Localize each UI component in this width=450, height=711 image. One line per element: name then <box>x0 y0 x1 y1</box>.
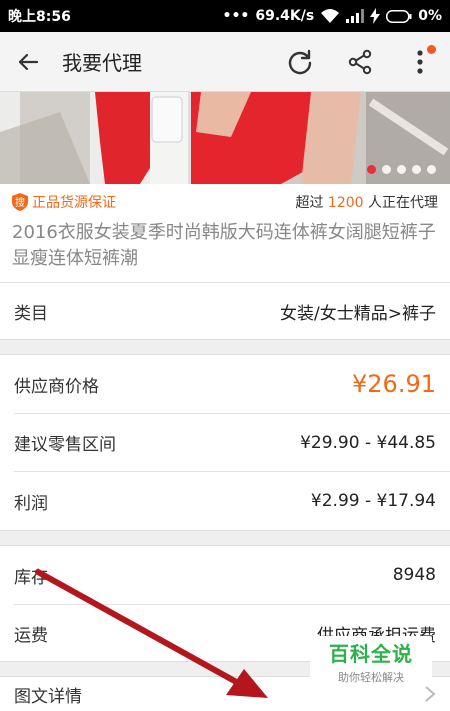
category-label: 类目 <box>14 303 48 324</box>
retail-range-label: 建议零售区间 <box>14 435 116 455</box>
product-title: 2016衣服女装夏季时尚韩版大码连体裤女阔腿短裤子显瘦连体短裤潮 <box>12 222 436 269</box>
dots-icon: ••• <box>222 8 250 24</box>
carousel-dot[interactable] <box>367 165 376 174</box>
network-speed: 69.4K/s <box>255 8 315 24</box>
section-gap <box>0 530 450 546</box>
carousel-indicator <box>367 165 436 174</box>
more-button[interactable] <box>390 32 450 92</box>
shipping-label: 运费 <box>14 625 48 646</box>
battery-icon <box>386 9 412 23</box>
stock-row: 库存 8948 <box>0 546 450 604</box>
share-icon <box>348 49 372 74</box>
status-bar: 晚上8:56 ••• 69.4K/s 0% <box>0 0 450 32</box>
notification-dot <box>427 44 436 54</box>
page-title: 我要代理 <box>62 51 142 75</box>
retail-range-value: ¥29.90 - ¥44.85 <box>300 432 436 453</box>
app-bar: 我要代理 <box>0 32 450 92</box>
agent-count: 超过 1200 人正在代理 <box>295 195 438 211</box>
status-indicators: ••• 69.4K/s 0% <box>223 8 442 24</box>
carousel-dot[interactable] <box>427 165 436 174</box>
authentic-badge: 搜 正品货源保证 <box>12 192 116 212</box>
agent-count-number: 1200 <box>327 195 364 211</box>
refresh-icon <box>288 49 312 74</box>
stock-value: 8948 <box>392 565 436 585</box>
carousel-dot[interactable] <box>382 165 391 174</box>
charging-icon <box>370 8 381 24</box>
share-button[interactable] <box>330 32 390 92</box>
category-value: 女装/女士精品>裤子 <box>280 303 436 324</box>
svg-text:搜: 搜 <box>15 196 25 209</box>
signal-icon <box>346 9 365 23</box>
profit-label: 利润 <box>14 493 48 514</box>
product-photo-1 <box>0 92 188 184</box>
carousel-dot[interactable] <box>412 165 421 174</box>
watermark-title: 百科全说 <box>329 641 413 666</box>
supplier-price-row: 供应商价格 ¥26.91 <box>0 355 450 413</box>
section-gap <box>0 339 450 355</box>
arrow-left-icon <box>18 53 39 70</box>
supplier-price-label: 供应商价格 <box>14 376 99 397</box>
category-row: 类目 女装/女士精品>裤子 <box>0 283 450 339</box>
supplier-price-value: ¥26.91 <box>352 370 436 398</box>
profit-value: ¥2.99 - ¥17.94 <box>310 491 436 511</box>
authentic-label: 正品货源保证 <box>32 195 116 211</box>
details-label: 图文详情 <box>14 686 82 707</box>
product-image-carousel[interactable] <box>0 92 450 184</box>
profit-row: 利润 ¥2.99 - ¥17.94 <box>0 472 450 530</box>
wifi-icon <box>320 8 340 24</box>
stock-label: 库存 <box>14 567 48 588</box>
retail-range-row: 建议零售区间 ¥29.90 - ¥44.85 <box>0 414 450 471</box>
more-vertical-icon <box>417 49 423 74</box>
carousel-dot[interactable] <box>397 165 406 174</box>
watermark-subtitle: 助你轻松解决 <box>338 670 404 684</box>
watermark-logo: 百科全说 助你轻松解决 <box>310 636 432 686</box>
back-button[interactable] <box>0 32 56 92</box>
chevron-right-icon <box>425 686 436 702</box>
battery-percent: 0% <box>418 8 442 24</box>
status-time: 晚上8:56 <box>8 9 71 25</box>
guarantee-row: 搜 正品货源保证 超过 1200 人正在代理 <box>0 184 450 220</box>
shield-icon: 搜 <box>12 193 28 211</box>
refresh-button[interactable] <box>270 32 330 92</box>
